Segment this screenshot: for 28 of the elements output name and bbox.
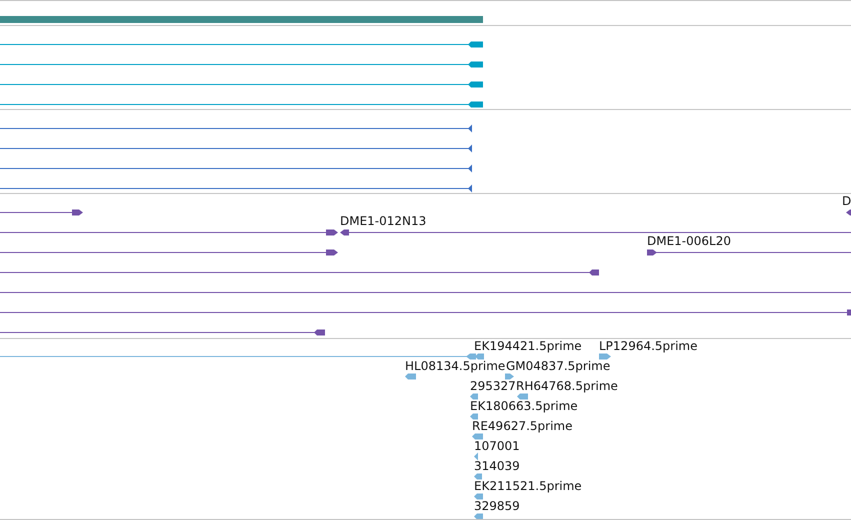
feature-label: EK211521.5prime xyxy=(474,479,582,493)
arrow-icon xyxy=(475,354,484,360)
feature-label: D xyxy=(842,194,851,208)
feature-label: HL08134.5prime xyxy=(405,359,506,373)
feature-label: 295327 xyxy=(470,379,516,393)
feature-label: DME1-012N13 xyxy=(340,214,426,228)
feature-label: EK194421.5prime xyxy=(474,339,582,353)
feature-label: GM04837.5prime xyxy=(506,359,610,373)
feature-label: 314039 xyxy=(474,459,520,473)
arrow-icon xyxy=(474,474,482,480)
feature-label: EK180663.5prime xyxy=(470,399,578,413)
feature-label: RE49627.5prime xyxy=(472,419,572,433)
arrow-icon xyxy=(505,374,514,380)
arrow-icon xyxy=(405,374,416,380)
arrow-icon xyxy=(470,414,478,420)
feature-arrow xyxy=(846,210,851,216)
feature-label: 107001 xyxy=(474,439,520,453)
arrow-icon xyxy=(470,394,478,400)
feature-label: LP12964.5prime xyxy=(599,339,698,353)
arrow-icon xyxy=(474,514,483,519)
feature-label: 329859 xyxy=(474,499,520,513)
arrow-icon xyxy=(474,452,478,460)
feature-label: DME1-006L20 xyxy=(647,234,731,248)
arrow-icon xyxy=(474,494,483,500)
arrow-icon xyxy=(472,434,483,440)
feature-label: RH64768.5prime xyxy=(516,379,618,393)
arrow-icon xyxy=(599,354,611,360)
arrow-icon xyxy=(517,394,528,400)
